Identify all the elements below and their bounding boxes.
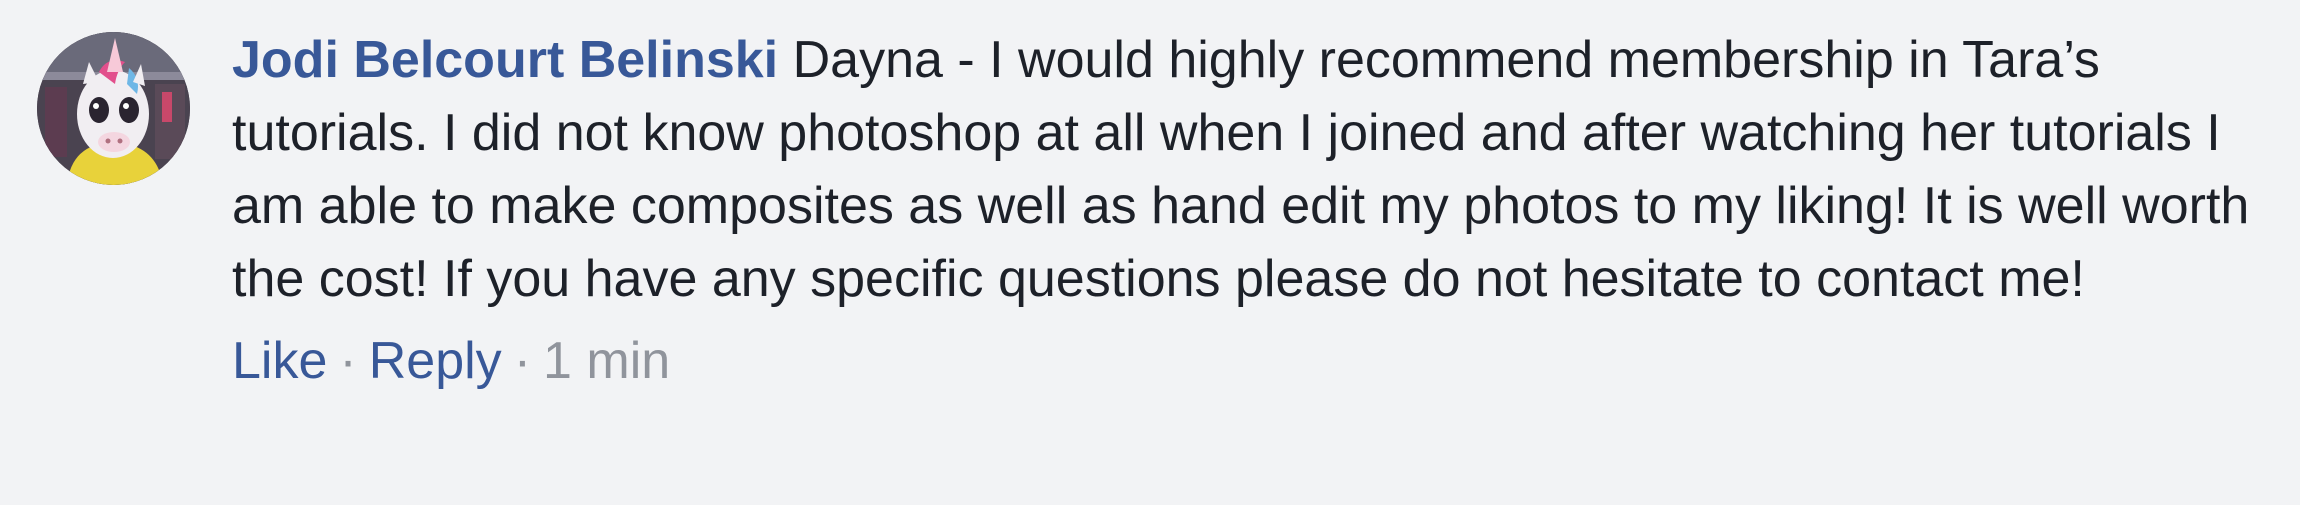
- avatar[interactable]: [37, 32, 190, 185]
- comment-text: Jodi Belcourt Belinski Dayna - I would h…: [232, 24, 2272, 316]
- reply-button[interactable]: Reply: [369, 332, 502, 390]
- separator: ·: [513, 332, 532, 390]
- like-button[interactable]: Like: [232, 332, 327, 390]
- timestamp[interactable]: 1 min: [543, 332, 670, 390]
- author-link[interactable]: Jodi Belcourt Belinski: [232, 31, 778, 89]
- comment: Jodi Belcourt Belinski Dayna - I would h…: [0, 0, 2300, 505]
- separator: ·: [339, 332, 357, 390]
- comment-actions: Like · Reply · 1 min: [232, 325, 2272, 398]
- comment-body: Jodi Belcourt Belinski Dayna - I would h…: [232, 24, 2272, 398]
- unicorn-mask-avatar-image: [37, 32, 190, 185]
